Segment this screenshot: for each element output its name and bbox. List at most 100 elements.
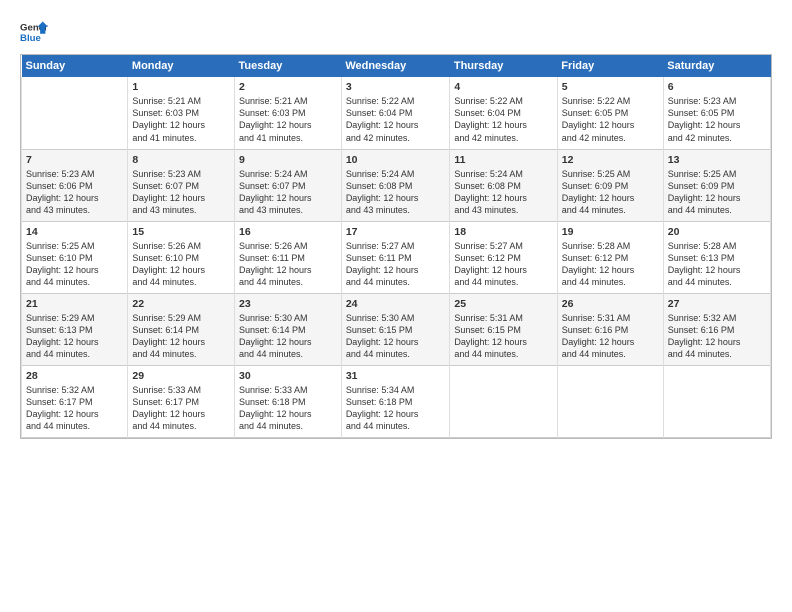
calendar-cell: 24Sunrise: 5:30 AM Sunset: 6:15 PM Dayli… bbox=[341, 293, 450, 365]
calendar-cell: 5Sunrise: 5:22 AM Sunset: 6:05 PM Daylig… bbox=[557, 77, 663, 149]
calendar-cell: 6Sunrise: 5:23 AM Sunset: 6:05 PM Daylig… bbox=[663, 77, 770, 149]
header-sunday: Sunday bbox=[22, 55, 128, 77]
day-number: 18 bbox=[454, 225, 552, 239]
calendar-cell: 1Sunrise: 5:21 AM Sunset: 6:03 PM Daylig… bbox=[128, 77, 235, 149]
header-friday: Friday bbox=[557, 55, 663, 77]
day-info: Sunrise: 5:22 AM Sunset: 6:05 PM Dayligh… bbox=[562, 95, 659, 144]
day-info: Sunrise: 5:33 AM Sunset: 6:17 PM Dayligh… bbox=[132, 384, 230, 433]
day-number: 27 bbox=[668, 297, 766, 311]
day-info: Sunrise: 5:24 AM Sunset: 6:08 PM Dayligh… bbox=[454, 168, 552, 217]
day-info: Sunrise: 5:21 AM Sunset: 6:03 PM Dayligh… bbox=[132, 95, 230, 144]
day-number: 25 bbox=[454, 297, 552, 311]
day-number: 13 bbox=[668, 153, 766, 167]
calendar-cell: 27Sunrise: 5:32 AM Sunset: 6:16 PM Dayli… bbox=[663, 293, 770, 365]
calendar-table: SundayMondayTuesdayWednesdayThursdayFrid… bbox=[21, 55, 771, 438]
day-info: Sunrise: 5:24 AM Sunset: 6:07 PM Dayligh… bbox=[239, 168, 337, 217]
day-number: 7 bbox=[26, 153, 123, 167]
header-saturday: Saturday bbox=[663, 55, 770, 77]
day-number: 14 bbox=[26, 225, 123, 239]
day-number: 21 bbox=[26, 297, 123, 311]
calendar-cell: 11Sunrise: 5:24 AM Sunset: 6:08 PM Dayli… bbox=[450, 149, 557, 221]
day-info: Sunrise: 5:24 AM Sunset: 6:08 PM Dayligh… bbox=[346, 168, 446, 217]
calendar-cell: 15Sunrise: 5:26 AM Sunset: 6:10 PM Dayli… bbox=[128, 221, 235, 293]
day-number: 28 bbox=[26, 369, 123, 383]
calendar-cell: 14Sunrise: 5:25 AM Sunset: 6:10 PM Dayli… bbox=[22, 221, 128, 293]
calendar-cell: 18Sunrise: 5:27 AM Sunset: 6:12 PM Dayli… bbox=[450, 221, 557, 293]
day-info: Sunrise: 5:29 AM Sunset: 6:14 PM Dayligh… bbox=[132, 312, 230, 361]
day-info: Sunrise: 5:25 AM Sunset: 6:10 PM Dayligh… bbox=[26, 240, 123, 289]
day-info: Sunrise: 5:31 AM Sunset: 6:16 PM Dayligh… bbox=[562, 312, 659, 361]
calendar-cell: 8Sunrise: 5:23 AM Sunset: 6:07 PM Daylig… bbox=[128, 149, 235, 221]
day-info: Sunrise: 5:32 AM Sunset: 6:16 PM Dayligh… bbox=[668, 312, 766, 361]
day-number: 23 bbox=[239, 297, 337, 311]
calendar-cell bbox=[450, 365, 557, 437]
calendar-cell bbox=[663, 365, 770, 437]
calendar-cell: 12Sunrise: 5:25 AM Sunset: 6:09 PM Dayli… bbox=[557, 149, 663, 221]
day-number: 11 bbox=[454, 153, 552, 167]
day-info: Sunrise: 5:23 AM Sunset: 6:06 PM Dayligh… bbox=[26, 168, 123, 217]
calendar-week-2: 7Sunrise: 5:23 AM Sunset: 6:06 PM Daylig… bbox=[22, 149, 771, 221]
day-info: Sunrise: 5:27 AM Sunset: 6:11 PM Dayligh… bbox=[346, 240, 446, 289]
day-info: Sunrise: 5:31 AM Sunset: 6:15 PM Dayligh… bbox=[454, 312, 552, 361]
day-number: 30 bbox=[239, 369, 337, 383]
calendar-cell: 17Sunrise: 5:27 AM Sunset: 6:11 PM Dayli… bbox=[341, 221, 450, 293]
day-info: Sunrise: 5:25 AM Sunset: 6:09 PM Dayligh… bbox=[562, 168, 659, 217]
calendar-cell: 22Sunrise: 5:29 AM Sunset: 6:14 PM Dayli… bbox=[128, 293, 235, 365]
calendar-cell bbox=[557, 365, 663, 437]
day-info: Sunrise: 5:34 AM Sunset: 6:18 PM Dayligh… bbox=[346, 384, 446, 433]
calendar-cell: 19Sunrise: 5:28 AM Sunset: 6:12 PM Dayli… bbox=[557, 221, 663, 293]
day-number: 29 bbox=[132, 369, 230, 383]
svg-text:Blue: Blue bbox=[20, 33, 41, 44]
calendar-cell: 16Sunrise: 5:26 AM Sunset: 6:11 PM Dayli… bbox=[235, 221, 342, 293]
calendar-cell: 31Sunrise: 5:34 AM Sunset: 6:18 PM Dayli… bbox=[341, 365, 450, 437]
day-number: 10 bbox=[346, 153, 446, 167]
day-number: 4 bbox=[454, 80, 552, 94]
header-tuesday: Tuesday bbox=[235, 55, 342, 77]
day-info: Sunrise: 5:30 AM Sunset: 6:15 PM Dayligh… bbox=[346, 312, 446, 361]
calendar-cell: 2Sunrise: 5:21 AM Sunset: 6:03 PM Daylig… bbox=[235, 77, 342, 149]
day-info: Sunrise: 5:21 AM Sunset: 6:03 PM Dayligh… bbox=[239, 95, 337, 144]
calendar-header-row: SundayMondayTuesdayWednesdayThursdayFrid… bbox=[22, 55, 771, 77]
day-number: 16 bbox=[239, 225, 337, 239]
calendar-cell: 23Sunrise: 5:30 AM Sunset: 6:14 PM Dayli… bbox=[235, 293, 342, 365]
calendar-cell: 25Sunrise: 5:31 AM Sunset: 6:15 PM Dayli… bbox=[450, 293, 557, 365]
day-info: Sunrise: 5:32 AM Sunset: 6:17 PM Dayligh… bbox=[26, 384, 123, 433]
day-info: Sunrise: 5:28 AM Sunset: 6:12 PM Dayligh… bbox=[562, 240, 659, 289]
day-number: 5 bbox=[562, 80, 659, 94]
day-number: 26 bbox=[562, 297, 659, 311]
calendar-cell: 20Sunrise: 5:28 AM Sunset: 6:13 PM Dayli… bbox=[663, 221, 770, 293]
day-info: Sunrise: 5:29 AM Sunset: 6:13 PM Dayligh… bbox=[26, 312, 123, 361]
day-number: 17 bbox=[346, 225, 446, 239]
day-number: 12 bbox=[562, 153, 659, 167]
logo: General Blue bbox=[20, 18, 48, 46]
day-info: Sunrise: 5:28 AM Sunset: 6:13 PM Dayligh… bbox=[668, 240, 766, 289]
header-wednesday: Wednesday bbox=[341, 55, 450, 77]
day-number: 3 bbox=[346, 80, 446, 94]
day-number: 19 bbox=[562, 225, 659, 239]
calendar-week-5: 28Sunrise: 5:32 AM Sunset: 6:17 PM Dayli… bbox=[22, 365, 771, 437]
day-info: Sunrise: 5:26 AM Sunset: 6:11 PM Dayligh… bbox=[239, 240, 337, 289]
day-number: 22 bbox=[132, 297, 230, 311]
day-number: 6 bbox=[668, 80, 766, 94]
day-info: Sunrise: 5:27 AM Sunset: 6:12 PM Dayligh… bbox=[454, 240, 552, 289]
day-number: 8 bbox=[132, 153, 230, 167]
calendar-cell: 28Sunrise: 5:32 AM Sunset: 6:17 PM Dayli… bbox=[22, 365, 128, 437]
calendar-week-3: 14Sunrise: 5:25 AM Sunset: 6:10 PM Dayli… bbox=[22, 221, 771, 293]
calendar-cell: 3Sunrise: 5:22 AM Sunset: 6:04 PM Daylig… bbox=[341, 77, 450, 149]
calendar-cell bbox=[22, 77, 128, 149]
calendar-cell: 30Sunrise: 5:33 AM Sunset: 6:18 PM Dayli… bbox=[235, 365, 342, 437]
day-number: 2 bbox=[239, 80, 337, 94]
day-number: 1 bbox=[132, 80, 230, 94]
calendar-cell: 7Sunrise: 5:23 AM Sunset: 6:06 PM Daylig… bbox=[22, 149, 128, 221]
day-number: 31 bbox=[346, 369, 446, 383]
logo-icon: General Blue bbox=[20, 18, 48, 46]
calendar-cell: 26Sunrise: 5:31 AM Sunset: 6:16 PM Dayli… bbox=[557, 293, 663, 365]
day-info: Sunrise: 5:30 AM Sunset: 6:14 PM Dayligh… bbox=[239, 312, 337, 361]
day-number: 20 bbox=[668, 225, 766, 239]
calendar-cell: 9Sunrise: 5:24 AM Sunset: 6:07 PM Daylig… bbox=[235, 149, 342, 221]
day-number: 24 bbox=[346, 297, 446, 311]
day-info: Sunrise: 5:33 AM Sunset: 6:18 PM Dayligh… bbox=[239, 384, 337, 433]
calendar-cell: 21Sunrise: 5:29 AM Sunset: 6:13 PM Dayli… bbox=[22, 293, 128, 365]
day-info: Sunrise: 5:23 AM Sunset: 6:07 PM Dayligh… bbox=[132, 168, 230, 217]
day-info: Sunrise: 5:23 AM Sunset: 6:05 PM Dayligh… bbox=[668, 95, 766, 144]
